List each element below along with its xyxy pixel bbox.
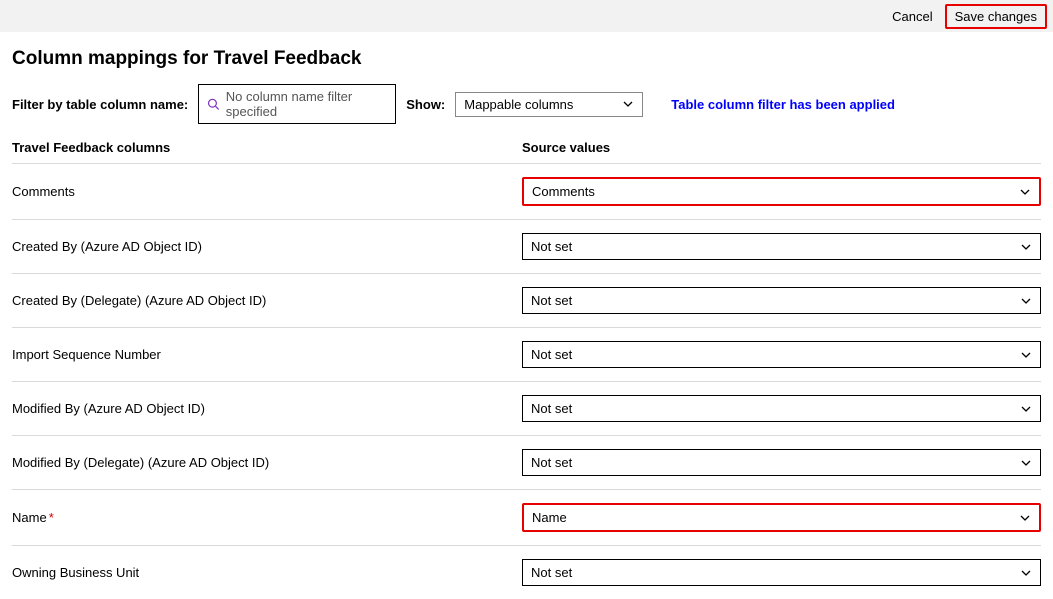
cancel-button[interactable]: Cancel [884, 6, 940, 27]
source-value-text: Not set [531, 239, 572, 254]
source-value-text: Not set [531, 565, 572, 580]
show-select[interactable]: Mappable columns [455, 92, 643, 117]
search-icon [207, 97, 219, 111]
source-value-text: Not set [531, 293, 572, 308]
chevron-down-icon [1020, 349, 1032, 361]
source-value-select[interactable]: Not set [522, 287, 1041, 314]
column-name: Created By (Delegate) (Azure AD Object I… [12, 293, 522, 308]
column-name: Name* [12, 510, 522, 525]
page-title: Column mappings for Travel Feedback [12, 48, 1041, 70]
show-label: Show: [406, 97, 445, 112]
column-name: Comments [12, 184, 522, 199]
header-source-values: Source values [522, 140, 1041, 155]
mapping-row: Name* Name [12, 489, 1041, 545]
source-value-select[interactable]: Not set [522, 559, 1041, 586]
source-value-text: Name [532, 510, 567, 525]
mapping-row: Created By (Delegate) (Azure AD Object I… [12, 273, 1041, 327]
chevron-down-icon [1020, 295, 1032, 307]
column-name: Created By (Azure AD Object ID) [12, 239, 522, 254]
filter-placeholder-text: No column name filter specified [226, 89, 388, 119]
table-headers: Travel Feedback columns Source values [12, 134, 1041, 163]
mapping-row: Created By (Azure AD Object ID) Not set [12, 219, 1041, 273]
source-value-text: Comments [532, 184, 595, 199]
source-value-text: Not set [531, 455, 572, 470]
chevron-down-icon [1020, 241, 1032, 253]
source-value-text: Not set [531, 401, 572, 416]
mapping-row: Owning Business Unit Not set [12, 545, 1041, 599]
source-value-select[interactable]: Not set [522, 449, 1041, 476]
filter-applied-message: Table column filter has been applied [671, 97, 895, 112]
source-value-select[interactable]: Comments [522, 177, 1041, 206]
save-changes-button[interactable]: Save changes [945, 4, 1047, 29]
column-name: Import Sequence Number [12, 347, 522, 362]
show-select-value: Mappable columns [464, 97, 573, 112]
chevron-down-icon [1020, 457, 1032, 469]
filter-label: Filter by table column name: [12, 97, 188, 112]
mapping-rows: Comments Comments Created By (Azure AD Obj… [0, 163, 1053, 599]
column-name: Owning Business Unit [12, 565, 522, 580]
mapping-row: Import Sequence Number Not set [12, 327, 1041, 381]
required-indicator: * [49, 510, 54, 525]
mapping-row: Modified By (Delegate) (Azure AD Object … [12, 435, 1041, 489]
filter-bar: Filter by table column name: No column n… [0, 84, 1053, 134]
top-toolbar: Cancel Save changes [0, 0, 1053, 32]
source-value-select[interactable]: Name [522, 503, 1041, 532]
chevron-down-icon [1019, 186, 1031, 198]
mapping-row: Comments Comments [12, 163, 1041, 219]
source-value-text: Not set [531, 347, 572, 362]
column-name: Modified By (Delegate) (Azure AD Object … [12, 455, 522, 470]
chevron-down-icon [622, 98, 634, 110]
column-name: Modified By (Azure AD Object ID) [12, 401, 522, 416]
chevron-down-icon [1019, 512, 1031, 524]
column-name-filter-input[interactable]: No column name filter specified [198, 84, 396, 124]
chevron-down-icon [1020, 403, 1032, 415]
source-value-select[interactable]: Not set [522, 341, 1041, 368]
source-value-select[interactable]: Not set [522, 395, 1041, 422]
source-value-select[interactable]: Not set [522, 233, 1041, 260]
mapping-row: Modified By (Azure AD Object ID) Not set [12, 381, 1041, 435]
header-target-columns: Travel Feedback columns [12, 140, 522, 155]
chevron-down-icon [1020, 567, 1032, 579]
